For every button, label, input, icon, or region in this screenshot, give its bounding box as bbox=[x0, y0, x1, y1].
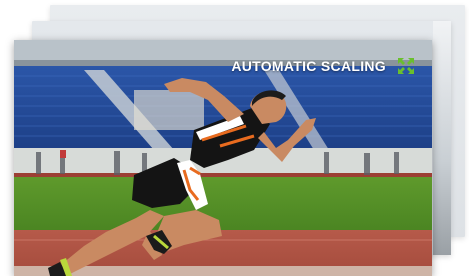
infield-grass bbox=[14, 177, 432, 230]
active-slide[interactable]: AUTOMATIC SCALING bbox=[14, 40, 432, 276]
slide-caption: AUTOMATIC SCALING bbox=[231, 58, 386, 74]
sprinter-photo bbox=[14, 40, 432, 276]
slide-edge-shadow bbox=[433, 21, 451, 255]
expand-arrows-icon[interactable] bbox=[397, 57, 415, 75]
